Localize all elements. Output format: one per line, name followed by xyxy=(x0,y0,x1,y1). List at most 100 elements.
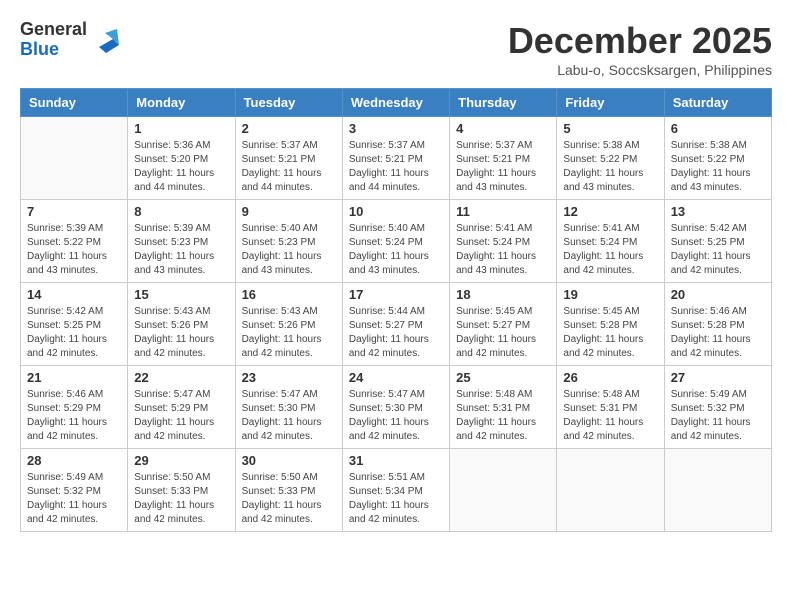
calendar-week-row: 28Sunrise: 5:49 AM Sunset: 5:32 PM Dayli… xyxy=(21,449,772,532)
day-number: 7 xyxy=(27,204,121,219)
calendar-week-row: 21 Sunrise: 5:46 AM Sunset: 5:29 PM Dayli… xyxy=(21,366,772,449)
day-info: Sunrise: 5:50 AM Sunset: 5:33 PM Dayligh… xyxy=(242,471,336,527)
calendar-cell xyxy=(664,449,771,532)
day-number: 25 xyxy=(456,370,550,385)
calendar-cell: 24Sunrise: 5:47 AM Sunset: 5:30 PM Dayli… xyxy=(342,366,449,449)
calendar-cell: 8 Sunrise: 5:39 AM Sunset: 5:23 PM Daylig… xyxy=(128,200,235,283)
calendar-cell: 7 Sunrise: 5:39 AM Sunset: 5:22 PM Daylig… xyxy=(21,200,128,283)
day-info: Sunrise: 5:46 AM Sunset: 5:29 PM Dayligh… xyxy=(27,388,121,444)
day-number: 1 xyxy=(134,121,228,136)
day-number: 17 xyxy=(349,287,443,302)
calendar-cell: 5 Sunrise: 5:38 AM Sunset: 5:22 PM Daylig… xyxy=(557,117,664,200)
day-info: Sunrise: 5:49 AM Sunset: 5:32 PM Dayligh… xyxy=(671,388,765,444)
calendar-cell: 16 Sunrise: 5:43 AM Sunset: 5:26 PM Dayli… xyxy=(235,283,342,366)
day-of-week-header: Tuesday xyxy=(235,89,342,117)
calendar-week-row: 1Sunrise: 5:36 AM Sunset: 5:20 PM Daylig… xyxy=(21,117,772,200)
calendar-cell: 10Sunrise: 5:40 AM Sunset: 5:24 PM Dayli… xyxy=(342,200,449,283)
day-info: Sunrise: 5:38 AM Sunset: 5:22 PM Dayligh… xyxy=(563,139,657,195)
day-info: Sunrise: 5:39 AM Sunset: 5:23 PM Dayligh… xyxy=(134,222,228,278)
calendar-cell: 15 Sunrise: 5:43 AM Sunset: 5:26 PM Dayli… xyxy=(128,283,235,366)
day-info: Sunrise: 5:51 AM Sunset: 5:34 PM Dayligh… xyxy=(349,471,443,527)
day-number: 27 xyxy=(671,370,765,385)
day-number: 19 xyxy=(563,287,657,302)
calendar-cell: 6 Sunrise: 5:38 AM Sunset: 5:22 PM Daylig… xyxy=(664,117,771,200)
calendar-cell: 22Sunrise: 5:47 AM Sunset: 5:29 PM Dayli… xyxy=(128,366,235,449)
day-number: 4 xyxy=(456,121,550,136)
calendar-cell: 2Sunrise: 5:37 AM Sunset: 5:21 PM Daylig… xyxy=(235,117,342,200)
day-info: Sunrise: 5:41 AM Sunset: 5:24 PM Dayligh… xyxy=(456,222,550,278)
day-number: 9 xyxy=(242,204,336,219)
day-info: Sunrise: 5:45 AM Sunset: 5:28 PM Dayligh… xyxy=(563,305,657,361)
day-of-week-header: Saturday xyxy=(664,89,771,117)
day-number: 23 xyxy=(242,370,336,385)
month-title: December 2025 xyxy=(508,20,772,62)
day-number: 5 xyxy=(563,121,657,136)
day-number: 16 xyxy=(242,287,336,302)
day-info: Sunrise: 5:38 AM Sunset: 5:22 PM Dayligh… xyxy=(671,139,765,195)
day-number: 20 xyxy=(671,287,765,302)
day-number: 11 xyxy=(456,204,550,219)
calendar-week-row: 14Sunrise: 5:42 AM Sunset: 5:25 PM Dayli… xyxy=(21,283,772,366)
day-number: 30 xyxy=(242,453,336,468)
day-number: 2 xyxy=(242,121,336,136)
calendar-cell xyxy=(21,117,128,200)
calendar-cell: 14Sunrise: 5:42 AM Sunset: 5:25 PM Dayli… xyxy=(21,283,128,366)
calendar-cell: 23 Sunrise: 5:47 AM Sunset: 5:30 PM Dayli… xyxy=(235,366,342,449)
calendar-header-row: SundayMondayTuesdayWednesdayThursdayFrid… xyxy=(21,89,772,117)
logo: General Blue xyxy=(20,20,121,60)
calendar-cell: 25Sunrise: 5:48 AM Sunset: 5:31 PM Dayli… xyxy=(450,366,557,449)
day-info: Sunrise: 5:37 AM Sunset: 5:21 PM Dayligh… xyxy=(349,139,443,195)
day-info: Sunrise: 5:48 AM Sunset: 5:31 PM Dayligh… xyxy=(563,388,657,444)
day-info: Sunrise: 5:39 AM Sunset: 5:22 PM Dayligh… xyxy=(27,222,121,278)
calendar-cell: 9 Sunrise: 5:40 AM Sunset: 5:23 PM Daylig… xyxy=(235,200,342,283)
day-info: Sunrise: 5:43 AM Sunset: 5:26 PM Dayligh… xyxy=(134,305,228,361)
calendar-cell: 1Sunrise: 5:36 AM Sunset: 5:20 PM Daylig… xyxy=(128,117,235,200)
day-number: 18 xyxy=(456,287,550,302)
calendar-cell xyxy=(557,449,664,532)
calendar-cell: 21 Sunrise: 5:46 AM Sunset: 5:29 PM Dayli… xyxy=(21,366,128,449)
day-info: Sunrise: 5:42 AM Sunset: 5:25 PM Dayligh… xyxy=(671,222,765,278)
location: Labu-o, Soccsksargen, Philippines xyxy=(508,62,772,78)
day-number: 26 xyxy=(563,370,657,385)
calendar-cell: 12Sunrise: 5:41 AM Sunset: 5:24 PM Dayli… xyxy=(557,200,664,283)
calendar-cell: 3 Sunrise: 5:37 AM Sunset: 5:21 PM Daylig… xyxy=(342,117,449,200)
calendar-cell: 20 Sunrise: 5:46 AM Sunset: 5:28 PM Dayli… xyxy=(664,283,771,366)
day-of-week-header: Wednesday xyxy=(342,89,449,117)
day-info: Sunrise: 5:47 AM Sunset: 5:30 PM Dayligh… xyxy=(349,388,443,444)
day-info: Sunrise: 5:40 AM Sunset: 5:23 PM Dayligh… xyxy=(242,222,336,278)
day-number: 31 xyxy=(349,453,443,468)
calendar-cell: 19 Sunrise: 5:45 AM Sunset: 5:28 PM Dayli… xyxy=(557,283,664,366)
day-info: Sunrise: 5:40 AM Sunset: 5:24 PM Dayligh… xyxy=(349,222,443,278)
day-of-week-header: Sunday xyxy=(21,89,128,117)
day-number: 29 xyxy=(134,453,228,468)
calendar-cell xyxy=(450,449,557,532)
day-number: 21 xyxy=(27,370,121,385)
title-area: December 2025 Labu-o, Soccsksargen, Phil… xyxy=(508,20,772,78)
day-number: 3 xyxy=(349,121,443,136)
day-number: 15 xyxy=(134,287,228,302)
calendar-cell: 29Sunrise: 5:50 AM Sunset: 5:33 PM Dayli… xyxy=(128,449,235,532)
calendar-cell: 4 Sunrise: 5:37 AM Sunset: 5:21 PM Daylig… xyxy=(450,117,557,200)
day-info: Sunrise: 5:43 AM Sunset: 5:26 PM Dayligh… xyxy=(242,305,336,361)
day-number: 28 xyxy=(27,453,121,468)
day-of-week-header: Thursday xyxy=(450,89,557,117)
calendar-table: SundayMondayTuesdayWednesdayThursdayFrid… xyxy=(20,88,772,532)
day-info: Sunrise: 5:46 AM Sunset: 5:28 PM Dayligh… xyxy=(671,305,765,361)
calendar-cell: 28Sunrise: 5:49 AM Sunset: 5:32 PM Dayli… xyxy=(21,449,128,532)
day-info: Sunrise: 5:42 AM Sunset: 5:25 PM Dayligh… xyxy=(27,305,121,361)
day-number: 6 xyxy=(671,121,765,136)
day-number: 13 xyxy=(671,204,765,219)
day-info: Sunrise: 5:45 AM Sunset: 5:27 PM Dayligh… xyxy=(456,305,550,361)
logo-blue: Blue xyxy=(20,39,59,59)
calendar-cell: 31 Sunrise: 5:51 AM Sunset: 5:34 PM Dayli… xyxy=(342,449,449,532)
day-info: Sunrise: 5:47 AM Sunset: 5:29 PM Dayligh… xyxy=(134,388,228,444)
day-info: Sunrise: 5:37 AM Sunset: 5:21 PM Dayligh… xyxy=(456,139,550,195)
day-info: Sunrise: 5:47 AM Sunset: 5:30 PM Dayligh… xyxy=(242,388,336,444)
day-of-week-header: Friday xyxy=(557,89,664,117)
calendar-cell: 26 Sunrise: 5:48 AM Sunset: 5:31 PM Dayli… xyxy=(557,366,664,449)
day-number: 12 xyxy=(563,204,657,219)
calendar-cell: 17Sunrise: 5:44 AM Sunset: 5:27 PM Dayli… xyxy=(342,283,449,366)
calendar-cell: 18 Sunrise: 5:45 AM Sunset: 5:27 PM Dayli… xyxy=(450,283,557,366)
calendar-cell: 11 Sunrise: 5:41 AM Sunset: 5:24 PM Dayli… xyxy=(450,200,557,283)
day-number: 8 xyxy=(134,204,228,219)
